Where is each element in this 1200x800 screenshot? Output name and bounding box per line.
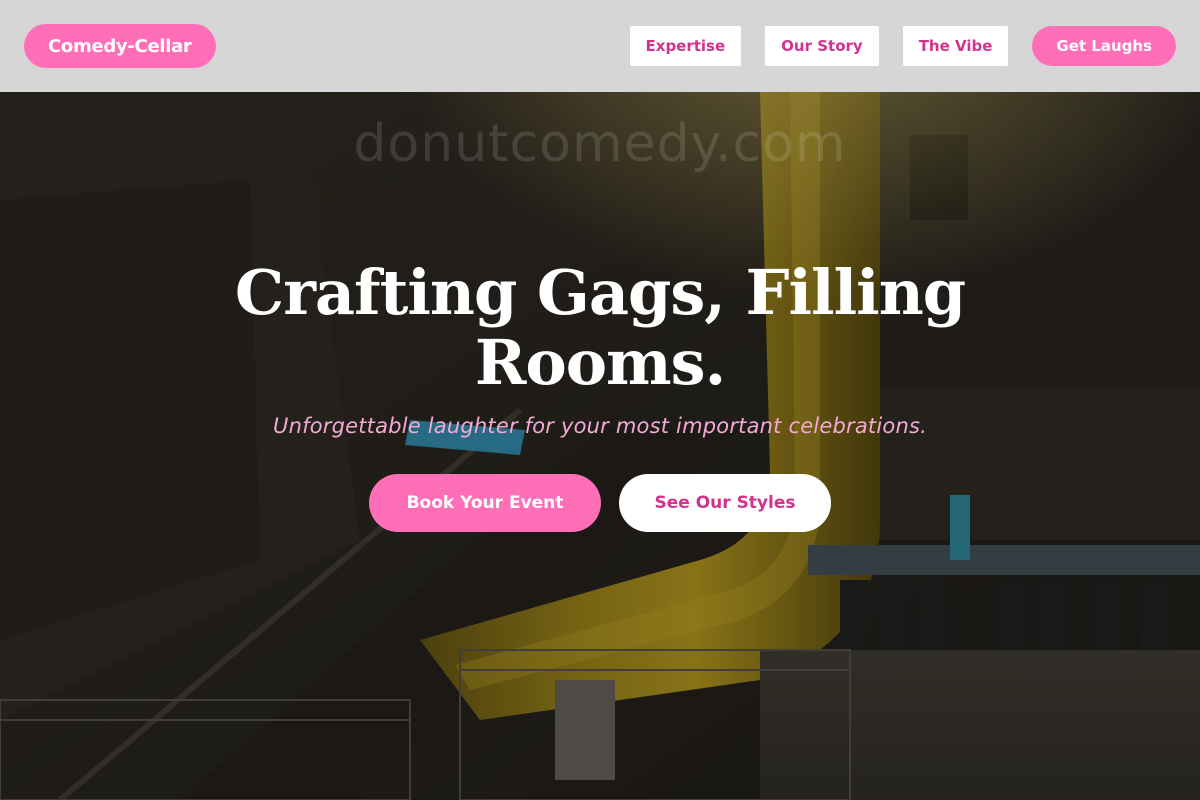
hero-content: Crafting Gags, Filling Rooms. Unforgetta…: [0, 258, 1200, 532]
watermark: donutcomedy.com: [353, 114, 847, 174]
brand-logo[interactable]: Comedy-Cellar: [24, 24, 216, 68]
nav-link-expertise[interactable]: Expertise: [629, 26, 742, 66]
get-laughs-button[interactable]: Get Laughs: [1032, 26, 1176, 66]
hero-section: donutcomedy.com Crafting Gags, Filling R…: [0, 0, 1200, 800]
see-styles-button[interactable]: See Our Styles: [619, 474, 831, 532]
hero-cta-row: Book Your Event See Our Styles: [0, 474, 1200, 532]
main-nav: Expertise Our Story The Vibe Get Laughs: [606, 26, 1176, 66]
book-event-button[interactable]: Book Your Event: [369, 474, 601, 532]
nav-link-the-vibe[interactable]: The Vibe: [902, 26, 1009, 66]
site-header: Comedy-Cellar Expertise Our Story The Vi…: [0, 0, 1200, 92]
nav-link-our-story[interactable]: Our Story: [765, 26, 879, 66]
hero-tagline: Unforgettable laughter for your most imp…: [273, 414, 927, 438]
hero-headline: Crafting Gags, Filling Rooms.: [234, 256, 966, 399]
